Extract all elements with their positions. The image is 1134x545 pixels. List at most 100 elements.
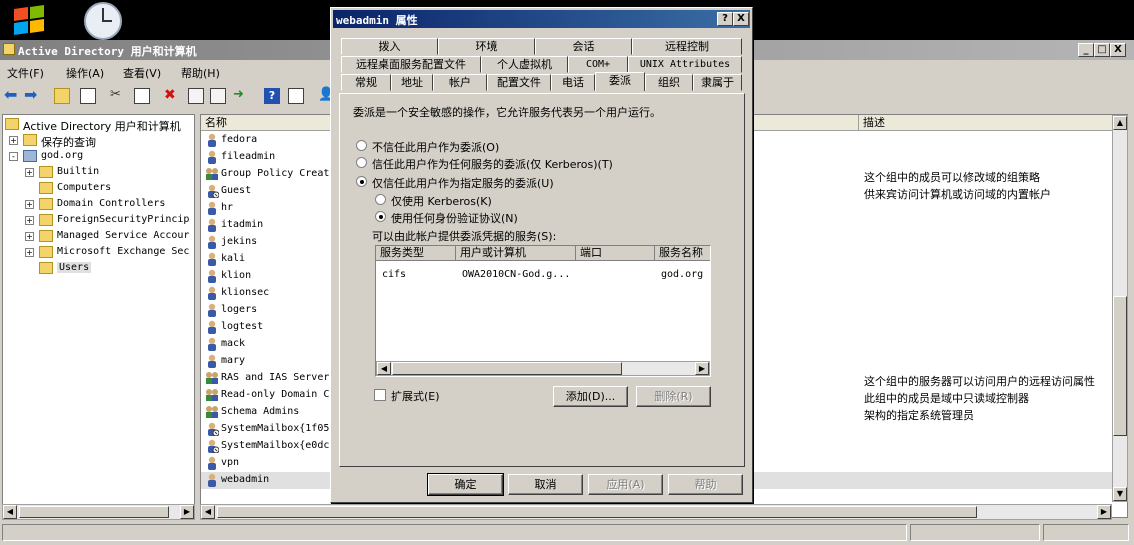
tab-telephones[interactable]: 电话 xyxy=(551,74,595,91)
up-folder-icon[interactable] xyxy=(54,88,70,104)
properties-dialog: webadmin 属性 ? X 拨入 环境 会话 远程控制 远程桌面服务配置文件… xyxy=(330,7,753,503)
expanded-checkbox[interactable] xyxy=(374,389,386,401)
menu-help[interactable]: 帮助(H) xyxy=(181,65,220,81)
list-vertical-scrollbar[interactable]: ▲ ▼ xyxy=(1112,115,1128,502)
tab-environment[interactable]: 环境 xyxy=(438,38,535,55)
tab-organization[interactable]: 组织 xyxy=(645,74,693,91)
scroll-right-button[interactable]: ▶ xyxy=(1097,505,1111,519)
dialog-close-button[interactable]: X xyxy=(733,12,749,26)
refresh-icon[interactable] xyxy=(210,88,226,104)
menu-action[interactable]: 操作(A) xyxy=(66,65,104,81)
label-any-protocol[interactable]: 使用任何身份验证协议(N) xyxy=(391,210,518,226)
svc-col-service[interactable]: 服务名称 xyxy=(655,246,710,261)
services-list[interactable]: 服务类型 用户或计算机 端口 服务名称 cifs OWA2010CN-God.g… xyxy=(375,245,711,377)
add-service-button[interactable]: 添加(D)... xyxy=(553,386,628,407)
label-trust-specified[interactable]: 仅信任此用户作为指定服务的委派(U) xyxy=(372,175,554,191)
menu-view[interactable]: 查看(V) xyxy=(123,65,161,81)
tree-item[interactable]: Computers xyxy=(3,181,194,197)
scroll-down-button[interactable]: ▼ xyxy=(1113,487,1127,501)
radio-trust-any[interactable] xyxy=(356,157,367,168)
dialog-title-bar[interactable]: webadmin 属性 ? X xyxy=(333,10,750,28)
back-icon[interactable]: ⬅ xyxy=(4,87,20,104)
clock-icon[interactable] xyxy=(80,0,124,40)
tab-profile[interactable]: 配置文件 xyxy=(487,74,551,91)
tab-address[interactable]: 地址 xyxy=(391,74,433,91)
delete-icon[interactable]: ✖ xyxy=(164,88,180,104)
help-icon[interactable]: ? xyxy=(264,88,280,104)
tree-item[interactable]: + Microsoft Exchange Sec xyxy=(3,245,194,261)
list-row-name: logers xyxy=(221,304,258,315)
tab-remote-control[interactable]: 远程控制 xyxy=(632,38,742,55)
tree-item[interactable]: Active Directory 用户和计算机 xyxy=(3,117,194,133)
services-horizontal-scrollbar[interactable]: ◀ ▶ xyxy=(376,361,710,376)
svc-col-type[interactable]: 服务类型 xyxy=(376,246,456,261)
tree-item[interactable]: + 保存的查询 xyxy=(3,133,194,149)
radio-no-trust[interactable] xyxy=(356,140,367,151)
scroll-right-button[interactable]: ▶ xyxy=(695,362,709,375)
radio-trust-specified[interactable] xyxy=(356,176,367,187)
close-button[interactable]: X xyxy=(1110,43,1126,57)
tab-personal-vm[interactable]: 个人虚拟机 xyxy=(481,56,568,73)
tab-unix-attributes[interactable]: UNIX Attributes xyxy=(628,56,742,73)
tree-item[interactable]: + Managed Service Accour xyxy=(3,229,194,245)
tree-item[interactable]: + Domain Controllers xyxy=(3,197,194,213)
maximize-button[interactable]: □ xyxy=(1094,43,1110,57)
cancel-button[interactable]: 取消 xyxy=(508,474,583,495)
list-row-name: Guest xyxy=(221,185,252,196)
tree-item-label: Builtin xyxy=(57,166,100,177)
menu-file[interactable]: 文件(F) xyxy=(7,65,44,81)
user-icon xyxy=(205,456,218,470)
apply-button[interactable]: 应用(A) xyxy=(588,474,663,495)
list-horizontal-scrollbar[interactable]: ◀ ▶ xyxy=(200,504,1112,520)
remove-service-button[interactable]: 删除(R) xyxy=(636,386,711,407)
tree-horizontal-scrollbar[interactable]: ◀ ▶ xyxy=(2,504,195,520)
scroll-right-button[interactable]: ▶ xyxy=(180,505,194,519)
help-button[interactable]: 帮助 xyxy=(668,474,743,495)
properties-icon[interactable] xyxy=(188,88,204,104)
scroll-left-button[interactable]: ◀ xyxy=(3,505,17,519)
label-trust-any[interactable]: 信任此用户作为任何服务的委派(仅 Kerberos)(T) xyxy=(372,156,613,172)
windows-logo-icon[interactable] xyxy=(8,4,48,36)
tab-general[interactable]: 常规 xyxy=(341,74,391,91)
status-bar xyxy=(2,524,1130,542)
collapse-icon[interactable]: - xyxy=(9,152,18,161)
tab-com-plus[interactable]: COM+ xyxy=(568,56,628,73)
expand-icon[interactable]: + xyxy=(25,232,34,241)
dialog-help-button[interactable]: ? xyxy=(717,12,733,26)
tab-member-of[interactable]: 隶属于 xyxy=(693,74,742,91)
tab-rds-profile[interactable]: 远程桌面服务配置文件 xyxy=(341,56,481,73)
tab-sessions[interactable]: 会话 xyxy=(535,38,632,55)
tab-dial-in[interactable]: 拨入 xyxy=(341,38,438,55)
tree-item[interactable]: - god.org xyxy=(3,149,194,165)
radio-any-protocol[interactable] xyxy=(375,211,386,222)
expand-icon[interactable]: + xyxy=(25,200,34,209)
expand-icon[interactable]: + xyxy=(9,136,18,145)
expanded-label[interactable]: 扩展式(E) xyxy=(391,388,440,404)
export-icon[interactable]: ➜ xyxy=(233,88,249,104)
scroll-up-button[interactable]: ▲ xyxy=(1113,116,1127,130)
column-header-description[interactable]: 描述 xyxy=(859,115,1115,131)
cut-icon[interactable]: ✂ xyxy=(110,88,126,104)
tree-item[interactable]: Users xyxy=(3,261,194,277)
show-action-pane-icon[interactable] xyxy=(288,88,304,104)
svc-row[interactable]: cifs OWA2010CN-God.g... god.org xyxy=(376,268,710,283)
expand-icon[interactable]: + xyxy=(25,248,34,257)
scroll-left-button[interactable]: ◀ xyxy=(201,505,215,519)
tree-item[interactable]: + Builtin xyxy=(3,165,194,181)
show-console-tree-icon[interactable] xyxy=(80,88,96,104)
forward-icon[interactable]: ➡ xyxy=(24,87,40,104)
svc-col-host[interactable]: 用户或计算机 xyxy=(456,246,576,261)
ok-button[interactable]: 确定 xyxy=(427,473,504,496)
label-no-trust[interactable]: 不信任此用户作为委派(O) xyxy=(372,139,499,155)
expand-icon[interactable]: + xyxy=(25,168,34,177)
radio-kerberos-only[interactable] xyxy=(375,194,386,205)
minimize-button[interactable]: _ xyxy=(1078,43,1094,57)
copy-icon[interactable] xyxy=(134,88,150,104)
tree-item[interactable]: + ForeignSecurityPrincip xyxy=(3,213,194,229)
tab-delegation[interactable]: 委派 xyxy=(595,72,645,91)
scroll-left-button[interactable]: ◀ xyxy=(377,362,391,375)
label-kerberos-only[interactable]: 仅使用 Kerberos(K) xyxy=(391,193,492,209)
tab-account[interactable]: 帐户 xyxy=(433,74,487,91)
expand-icon[interactable]: + xyxy=(25,216,34,225)
svc-col-port[interactable]: 端口 xyxy=(576,246,655,261)
